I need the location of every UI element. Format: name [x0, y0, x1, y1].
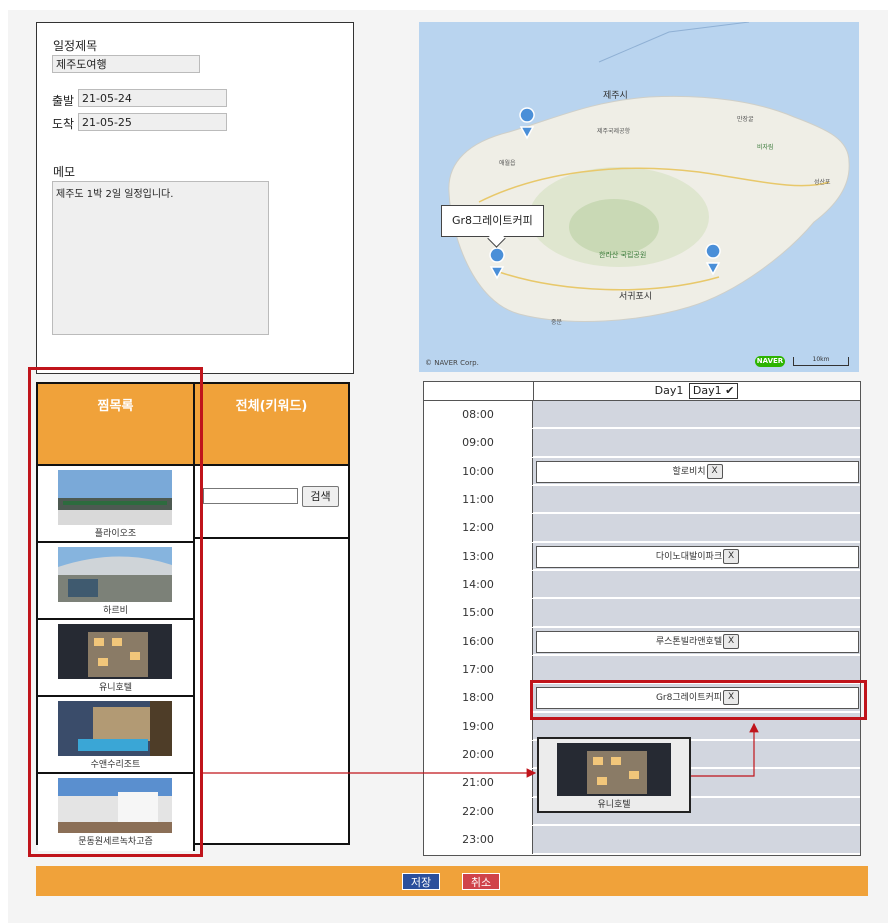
time-row: 16:00 루스톤빌라앤호텔 X: [424, 627, 860, 657]
time-slot[interactable]: [533, 401, 860, 429]
day-select[interactable]: Day1 ✔: [688, 383, 739, 399]
event-highlight-frame: [530, 680, 867, 720]
time-label: 13:00: [424, 542, 533, 571]
time-label: 08:00: [424, 401, 533, 429]
time-slot[interactable]: 다이노대발이파크 X: [533, 542, 860, 571]
time-label: 15:00: [424, 599, 533, 627]
trip-title-field[interactable]: 제주도여행: [52, 55, 200, 73]
dragging-place-name: 유니호텔: [597, 800, 631, 810]
time-slot[interactable]: [533, 429, 860, 457]
search-button[interactable]: 검색: [302, 486, 339, 507]
time-label: 12:00: [424, 514, 533, 542]
depart-date-field[interactable]: 21-05-24: [78, 89, 227, 107]
time-row: 09:00: [424, 429, 860, 458]
time-slot[interactable]: [533, 486, 860, 514]
chevron-down-icon: ✔: [725, 384, 735, 397]
naver-logo: NAVER: [755, 356, 785, 367]
event-name: 다이노대발이파크: [655, 551, 723, 562]
action-bar: [36, 866, 868, 896]
map-marker-callout[interactable]: Gr8그레이트커피: [441, 205, 544, 237]
time-slot[interactable]: [533, 826, 860, 854]
time-label: 18:00: [424, 684, 533, 712]
time-slot[interactable]: 루스톤빌라앤호텔 X: [533, 627, 860, 656]
map-markers: [489, 107, 721, 280]
remove-event-button[interactable]: X: [723, 548, 740, 564]
time-row: 14:00: [424, 571, 860, 600]
time-label: 23:00: [424, 826, 533, 854]
keyword-search-area: 검색: [195, 464, 348, 539]
map-copyright: © NAVER Corp.: [425, 359, 479, 367]
time-label: 16:00: [424, 627, 533, 656]
time-row: 15:00: [424, 599, 860, 628]
favorites-highlight-frame: [28, 367, 203, 857]
schedule-event[interactable]: 할로비치 X: [536, 460, 859, 483]
tab-keyword-search[interactable]: 전체(키워드): [195, 384, 348, 464]
time-label: 17:00: [424, 656, 533, 684]
place-photo-icon: [557, 743, 671, 796]
time-label: 22:00: [424, 797, 533, 826]
time-label: 14:00: [424, 571, 533, 599]
time-row: 12:00: [424, 514, 860, 543]
time-label: 11:00: [424, 486, 533, 514]
arrive-label: 도착: [52, 117, 75, 131]
remove-event-button[interactable]: X: [706, 463, 723, 479]
time-label: 20:00: [424, 741, 533, 769]
time-row: 23:00: [424, 826, 860, 855]
time-label: 09:00: [424, 429, 533, 457]
remove-event-button[interactable]: X: [723, 633, 740, 649]
time-label: 10:00: [424, 457, 533, 486]
time-row: 08:00: [424, 401, 860, 430]
time-slot[interactable]: [533, 571, 860, 599]
time-slot[interactable]: [533, 599, 860, 627]
trip-title-label: 일정제목: [53, 39, 98, 53]
dragging-place-card[interactable]: 유니호텔: [537, 737, 691, 813]
map-view[interactable]: 제주시 서귀포시 한라산 국립공원 애월읍 성산포 비자림 만장굴 제주국제공항…: [419, 22, 859, 372]
time-row: 13:00 다이노대발이파크 X: [424, 542, 860, 572]
cancel-button[interactable]: 취소: [462, 873, 500, 890]
memo-label: 메모: [53, 165, 76, 179]
schedule-event[interactable]: 다이노대발이파크 X: [536, 545, 859, 568]
event-name: 할로비치: [672, 466, 706, 477]
memo-textarea[interactable]: 제주도 1박 2일 일정입니다.: [52, 181, 269, 335]
time-slot[interactable]: [533, 514, 860, 542]
depart-label: 출발: [52, 94, 75, 108]
schedule-event[interactable]: 루스톤빌라앤호텔 X: [536, 630, 859, 653]
save-button[interactable]: 저장: [402, 873, 440, 890]
time-slot[interactable]: 할로비치 X: [533, 457, 860, 486]
arrive-date-field[interactable]: 21-05-25: [78, 113, 227, 131]
map-pin-icon: [489, 107, 721, 280]
time-row: 10:00 할로비치 X: [424, 457, 860, 487]
time-row: 11:00: [424, 486, 860, 515]
schedule-header: Day1 Day1 ✔: [424, 382, 860, 401]
time-label: 19:00: [424, 712, 533, 741]
day-label: Day1: [654, 384, 684, 397]
keyword-search-input[interactable]: [203, 488, 298, 504]
time-label: 21:00: [424, 769, 533, 797]
map-scale-bar: 10km: [793, 357, 849, 366]
event-name: 루스톤빌라앤호텔: [655, 636, 723, 647]
